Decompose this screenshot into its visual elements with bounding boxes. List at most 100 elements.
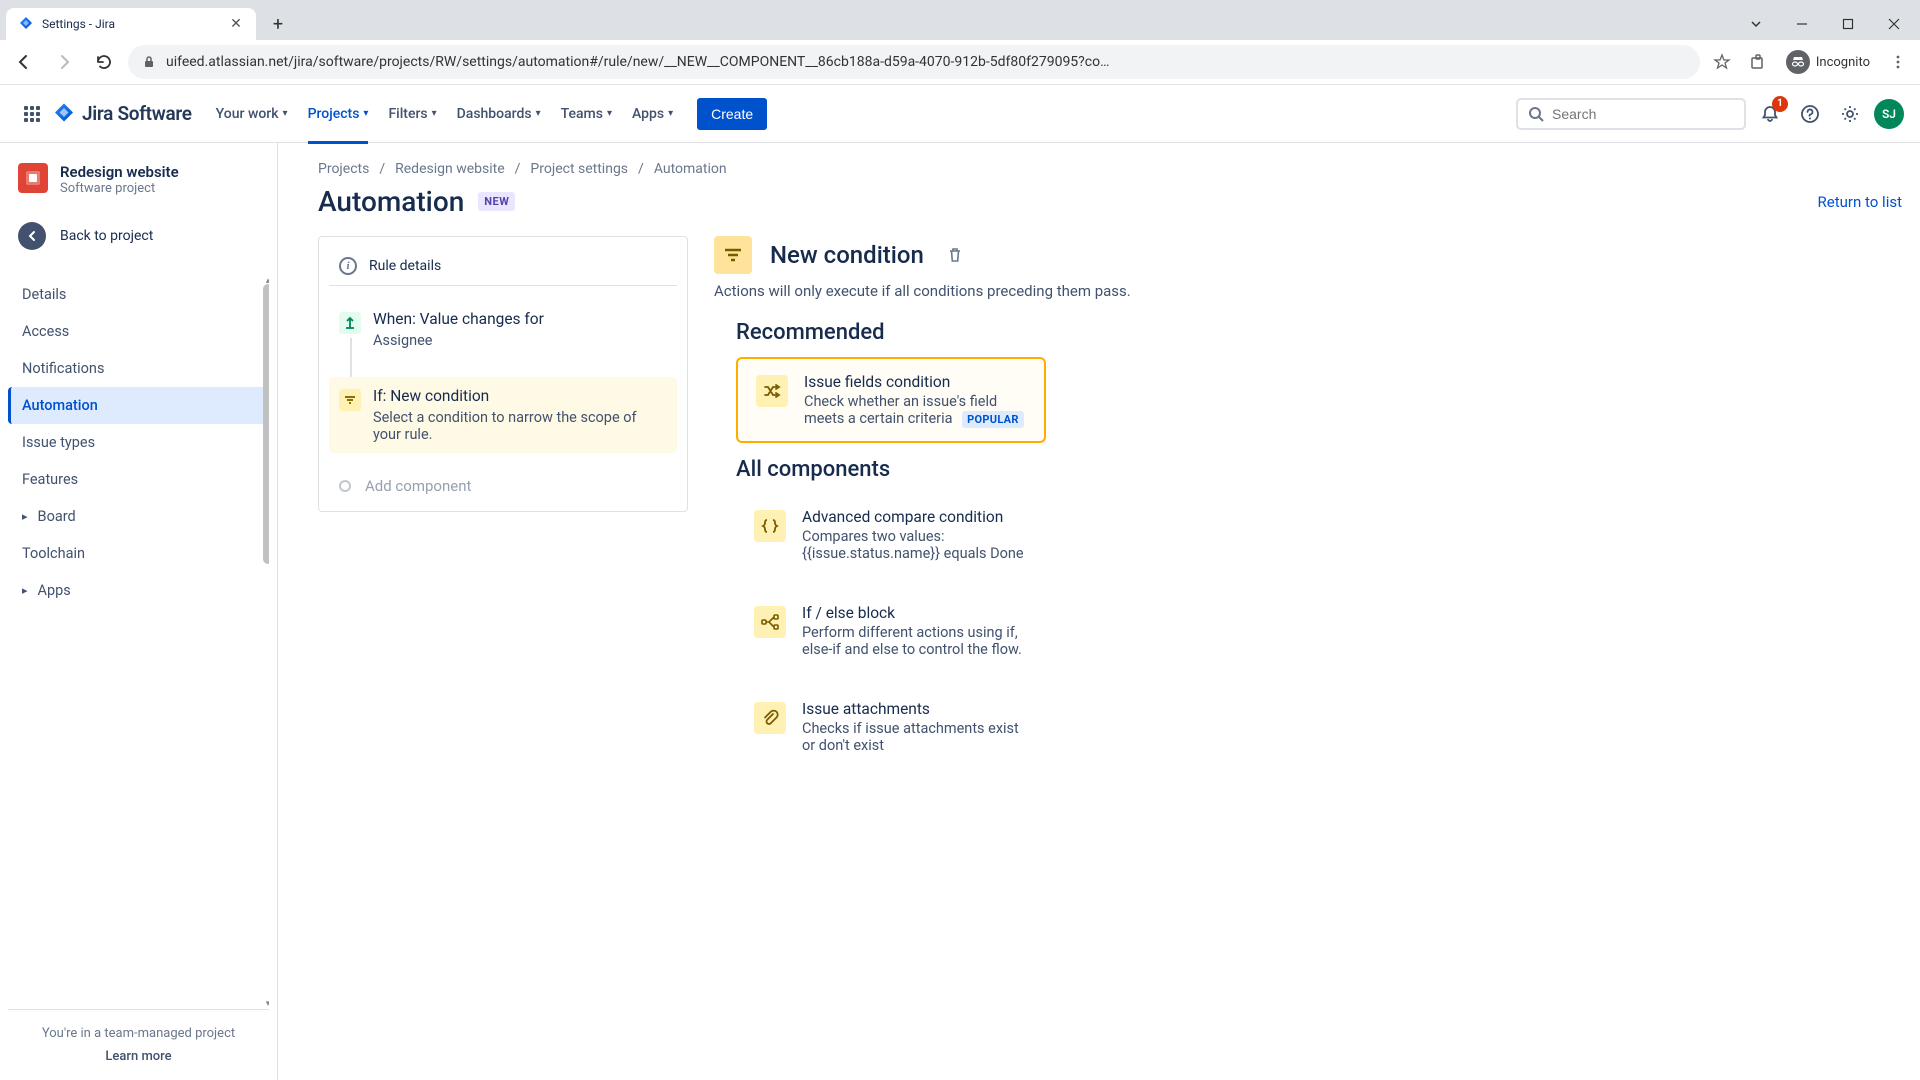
component-issue-attachments[interactable]: Issue attachments Checks if issue attach…: [736, 686, 1046, 768]
user-avatar[interactable]: SJ: [1874, 99, 1904, 129]
project-sidebar: Redesign website Software project Back t…: [0, 143, 278, 1080]
picker-description: Actions will only execute if all conditi…: [714, 282, 1414, 300]
browser-tab-strip: Settings - Jira ✕ +: [0, 0, 1920, 40]
nav-apps[interactable]: Apps▾: [624, 98, 681, 130]
delete-icon[interactable]: [946, 246, 964, 264]
component-issue-fields-condition[interactable]: Issue fields condition Check whether an …: [736, 357, 1046, 443]
create-button[interactable]: Create: [697, 98, 767, 130]
sidebar-item-toolchain[interactable]: Toolchain: [8, 535, 269, 572]
project-icon: [18, 163, 48, 193]
jira-mark-icon: [52, 102, 76, 126]
filter-icon: [714, 236, 752, 274]
sidebar-item-automation[interactable]: Automation: [8, 387, 269, 424]
learn-more-link[interactable]: Learn more: [16, 1049, 261, 1064]
condition-picker: New condition Actions will only execute …: [714, 236, 1414, 1065]
chevron-right-icon: ▸: [22, 510, 28, 523]
tab-title: Settings - Jira: [42, 17, 220, 31]
rule-details-header[interactable]: i Rule details: [329, 247, 677, 286]
search-icon: [1528, 106, 1544, 122]
bookmark-star-icon[interactable]: [1708, 48, 1736, 76]
breadcrumbs: Projects/ Redesign website/ Project sett…: [318, 161, 1902, 177]
attachment-icon: [754, 702, 786, 734]
maximize-button[interactable]: [1826, 8, 1870, 40]
browser-menu-icon[interactable]: [1884, 48, 1912, 76]
info-icon: i: [339, 257, 357, 275]
nav-dashboards[interactable]: Dashboards▾: [449, 98, 549, 130]
component-advanced-compare[interactable]: Advanced compare condition Compares two …: [736, 494, 1046, 576]
jira-logo[interactable]: Jira Software: [52, 102, 192, 126]
sidebar-item-notifications[interactable]: Notifications: [8, 350, 269, 387]
branch-icon: [754, 606, 786, 638]
sidebar-footer: You're in a team-managed project Learn m…: [8, 1009, 269, 1080]
browser-toolbar: uifeed.atlassian.net/jira/software/proje…: [0, 40, 1920, 85]
breadcrumb-settings[interactable]: Project settings: [530, 161, 628, 177]
project-header[interactable]: Redesign website Software project: [8, 163, 269, 196]
back-to-project[interactable]: Back to project: [8, 214, 269, 258]
notification-badge: 1: [1772, 96, 1788, 112]
browser-tab[interactable]: Settings - Jira ✕: [6, 8, 256, 40]
chevron-down-icon: ▾: [432, 108, 437, 119]
help-button[interactable]: [1794, 98, 1826, 130]
nav-items: Your work▾ Projects▾ Filters▾ Dashboards…: [208, 98, 681, 130]
nav-your-work[interactable]: Your work▾: [208, 98, 296, 130]
braces-icon: [754, 510, 786, 542]
chevron-down-icon: ▾: [536, 108, 541, 119]
section-all-components: All components: [736, 457, 1414, 482]
chevron-down-icon: ▾: [668, 108, 673, 119]
settings-button[interactable]: [1834, 98, 1866, 130]
chevron-down-icon: ▾: [283, 108, 288, 119]
minimize-button[interactable]: [1780, 8, 1824, 40]
picker-title: New condition: [770, 241, 924, 269]
breadcrumb-projects[interactable]: Projects: [318, 161, 369, 177]
address-bar[interactable]: uifeed.atlassian.net/jira/software/proje…: [128, 45, 1700, 79]
app-switcher-icon[interactable]: [16, 98, 48, 130]
rule-step-when[interactable]: When: Value changes for Assignee: [329, 300, 677, 359]
reload-button[interactable]: [88, 46, 120, 78]
chevron-right-icon: ▸: [22, 584, 28, 597]
new-badge: NEW: [478, 192, 515, 211]
project-type: Software project: [60, 181, 179, 196]
jira-topnav: Jira Software Your work▾ Projects▾ Filte…: [0, 85, 1920, 143]
tabs-dropdown-icon[interactable]: [1734, 8, 1778, 40]
shuffle-icon: [756, 375, 788, 407]
incognito-icon: [1786, 50, 1810, 74]
forward-button[interactable]: [48, 46, 80, 78]
close-button[interactable]: [1872, 8, 1916, 40]
nav-filters[interactable]: Filters▾: [380, 98, 444, 130]
jira-favicon: [18, 16, 34, 32]
sidebar-item-access[interactable]: Access: [8, 313, 269, 350]
section-recommended: Recommended: [736, 320, 1414, 345]
breadcrumb-automation[interactable]: Automation: [654, 161, 727, 177]
breadcrumb-project[interactable]: Redesign website: [395, 161, 505, 177]
page-title: Automation: [318, 185, 464, 218]
close-icon[interactable]: ✕: [228, 16, 244, 32]
trigger-icon: [339, 312, 361, 334]
extensions-icon[interactable]: [1744, 48, 1772, 76]
back-arrow-icon: [18, 222, 46, 250]
chevron-down-icon: ▾: [363, 108, 368, 119]
sidebar-item-apps[interactable]: ▸Apps: [8, 572, 269, 609]
add-component-button[interactable]: Add component: [329, 471, 677, 501]
project-name: Redesign website: [60, 163, 179, 181]
sidebar-item-features[interactable]: Features: [8, 461, 269, 498]
back-button[interactable]: [8, 46, 40, 78]
add-circle-icon: [339, 480, 351, 492]
sidebar-scrollbar[interactable]: ▴ ▾: [261, 276, 269, 1009]
rule-step-condition[interactable]: If: New condition Select a condition to …: [329, 377, 677, 453]
nav-projects[interactable]: Projects▾: [300, 98, 377, 130]
url-text: uifeed.atlassian.net/jira/software/proje…: [166, 54, 1109, 70]
return-to-list-link[interactable]: Return to list: [1818, 193, 1902, 211]
component-if-else-block[interactable]: If / else block Perform different action…: [736, 590, 1046, 672]
sidebar-item-board[interactable]: ▸Board: [8, 498, 269, 535]
sidebar-item-details[interactable]: Details: [8, 276, 269, 313]
incognito-indicator[interactable]: Incognito: [1780, 50, 1876, 74]
search-input[interactable]: [1552, 106, 1734, 122]
product-name: Jira Software: [82, 102, 192, 125]
nav-teams[interactable]: Teams▾: [553, 98, 620, 130]
sidebar-item-issue-types[interactable]: Issue types: [8, 424, 269, 461]
rule-builder: i Rule details When: Value changes for A…: [318, 236, 688, 1065]
notifications-button[interactable]: 1: [1754, 98, 1786, 130]
new-tab-button[interactable]: +: [264, 10, 292, 38]
popular-badge: POPULAR: [962, 411, 1024, 428]
search-field[interactable]: [1516, 98, 1746, 130]
